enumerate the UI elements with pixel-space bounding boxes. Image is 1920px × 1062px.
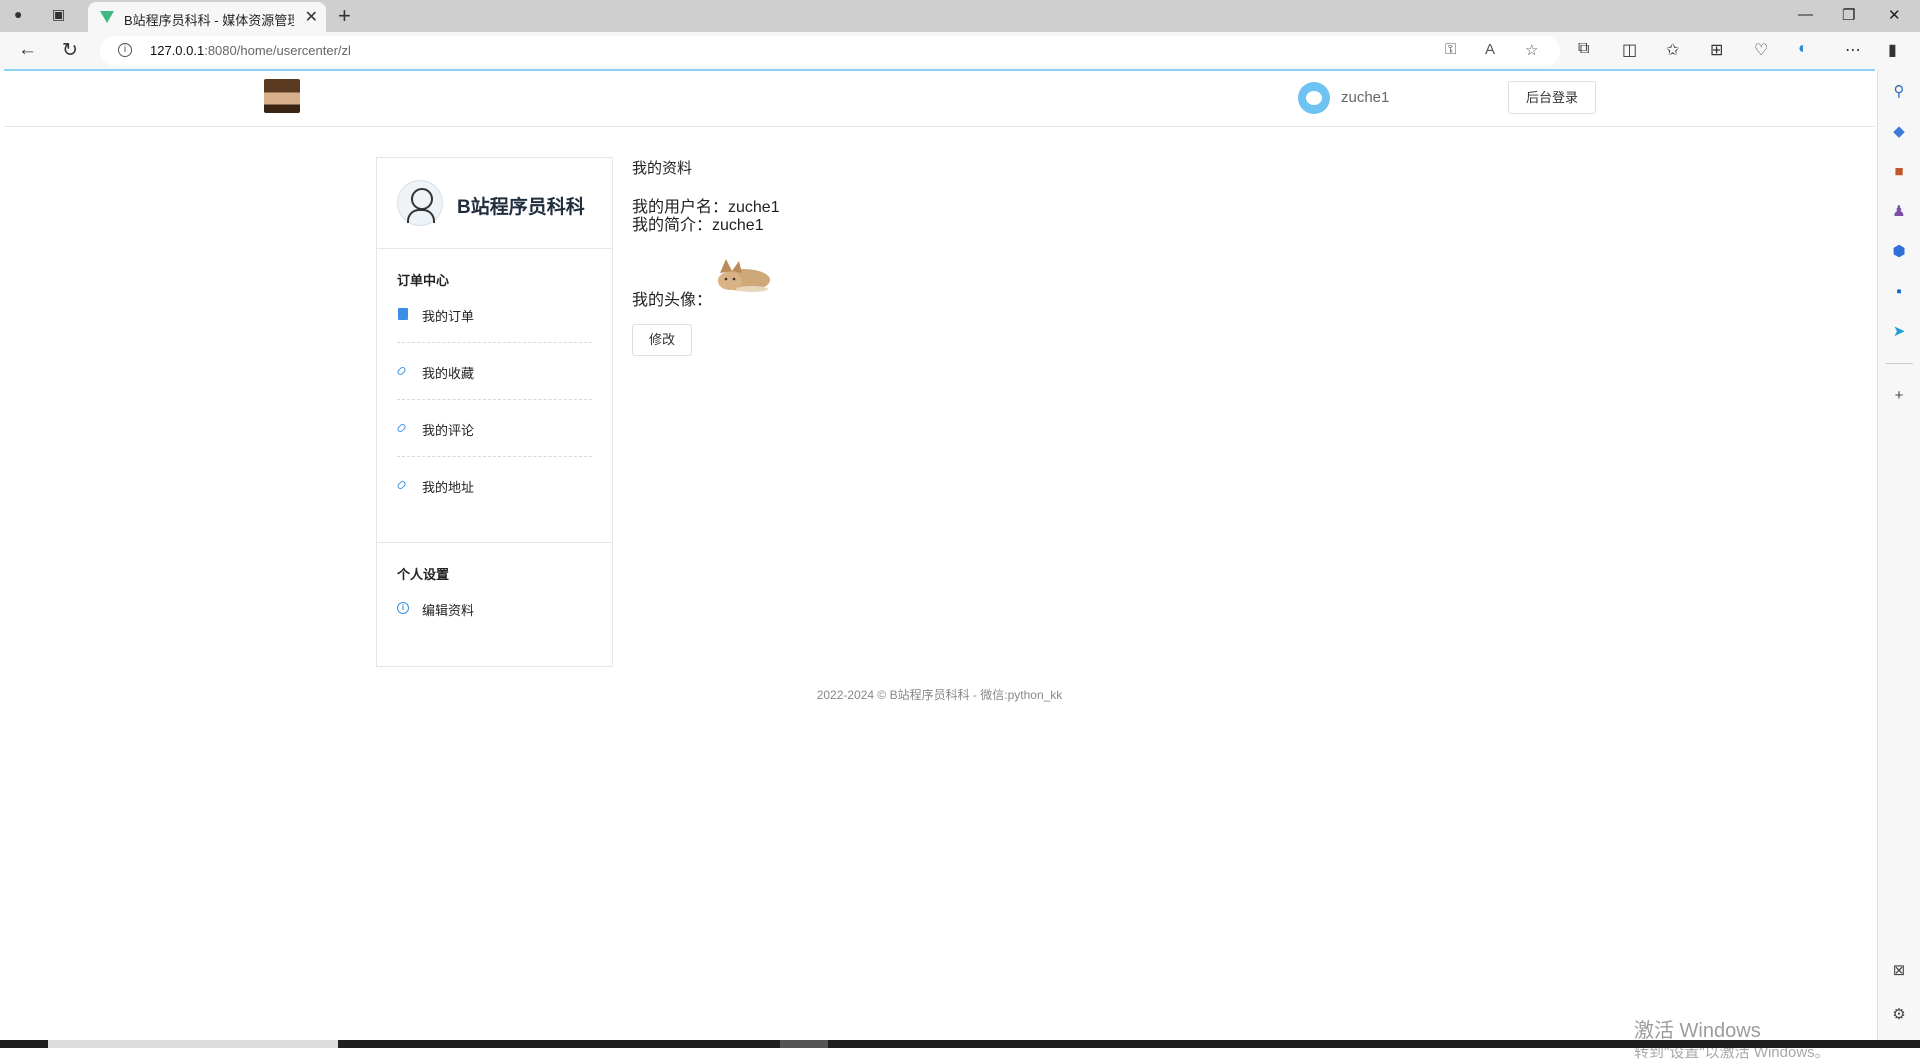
windows-activation-title: 激活 Windows (1634, 1020, 1761, 1042)
footer-copyright: 2022-2024 © B站程序员科科 - 微信:python_kk (816, 688, 1063, 702)
user-center-sidebar: B站程序员科科 订单中心 我的订单 我的收藏 我的评论 我的地址 个人设置 i … (376, 157, 613, 667)
settings-gear-icon[interactable]: ⚙ (1890, 1006, 1908, 1024)
menu-label: 我的收藏 (422, 366, 475, 381)
sidebar-divider (377, 542, 612, 543)
minimize-icon[interactable]: — (1798, 6, 1813, 23)
outlook-icon[interactable]: ▪ (1890, 283, 1908, 301)
menu-label: 编辑资料 (422, 603, 475, 618)
document-icon (398, 308, 408, 320)
restore-icon[interactable]: ❐ (1842, 6, 1855, 24)
copilot-icon[interactable]: ◐ (1798, 40, 1808, 58)
close-window-icon[interactable]: ✕ (1888, 6, 1901, 24)
link-icon (396, 479, 407, 491)
menu-label: 我的评论 (422, 423, 475, 438)
back-icon[interactable]: ← (18, 39, 37, 61)
brand-avatar (397, 180, 443, 226)
windows-taskbar (0, 1040, 1920, 1048)
sidebar-toggle-icon[interactable]: ▮ (1888, 40, 1897, 60)
sidebar-brand: B站程序员科科 (377, 158, 612, 249)
taskbar-item[interactable] (48, 1040, 338, 1048)
info-circle-icon: i (397, 602, 409, 614)
vue-favicon-icon (100, 11, 114, 23)
tools-icon[interactable]: ■ (1890, 163, 1908, 181)
page-viewport: zuche1 后台登录 B站程序员科科 订单中心 我的订单 我的收藏 我的评论 … (4, 69, 1875, 1061)
user-avatar[interactable] (1298, 82, 1330, 114)
tab-title: B站程序员科科 - 媒体资源管理系 (124, 13, 294, 28)
site-info-icon[interactable]: i (118, 43, 132, 57)
link-icon (396, 422, 407, 434)
sidebar-divider (1886, 363, 1913, 364)
header-username[interactable]: zuche1 (1341, 89, 1389, 106)
close-tab-icon[interactable]: ✕ (305, 7, 318, 27)
edge-sidebar: ⚲ ◆ ■ ♟ ⬢ ▪ ➤ + ⊠ ⚙ (1877, 69, 1920, 1044)
menu-item-my-comments[interactable]: 我的评论 (396, 400, 592, 457)
edit-profile-button[interactable]: 修改 (632, 324, 692, 356)
send-icon[interactable]: ➤ (1890, 323, 1908, 341)
site-header: zuche1 后台登录 (4, 71, 1875, 127)
profile-bio: 我的简介：zuche1 (632, 217, 764, 234)
menu-label: 我的地址 (422, 480, 475, 495)
collections-icon[interactable]: ⊞ (1710, 40, 1723, 60)
search-icon[interactable]: ⚲ (1890, 83, 1908, 101)
new-tab-icon[interactable]: + (338, 3, 351, 29)
profile-icon[interactable]: ● (14, 6, 22, 22)
browser-essentials-icon[interactable]: ♡ (1754, 40, 1768, 60)
taskbar-item[interactable] (780, 1040, 828, 1048)
menu-item-my-address[interactable]: 我的地址 (396, 457, 592, 513)
shopping-tag-icon[interactable]: ◆ (1890, 123, 1908, 141)
games-icon[interactable]: ♟ (1890, 203, 1908, 221)
site-logo[interactable] (264, 79, 300, 113)
admin-login-button[interactable]: 后台登录 (1508, 81, 1596, 114)
menu-item-edit-profile[interactable]: i 编辑资料 (397, 580, 592, 636)
address-bar[interactable]: i 127.0.0.1:8080/home/usercenter/zl ⚿ A … (100, 36, 1560, 66)
menu-item-my-favorites[interactable]: 我的收藏 (396, 343, 592, 400)
add-icon[interactable]: + (1890, 387, 1908, 405)
extensions-icon[interactable]: ⧉ (1578, 40, 1589, 58)
address-toolbar: ← ↻ i 127.0.0.1:8080/home/usercenter/zl … (0, 32, 1920, 69)
avatar-label: 我的头像： (632, 292, 713, 309)
tab-actions-icon[interactable]: ▣ (52, 6, 65, 23)
microsoft365-icon[interactable]: ⬢ (1890, 243, 1908, 261)
menu-label: 我的订单 (422, 309, 475, 324)
favorite-star-icon[interactable]: ☆ (1525, 41, 1538, 59)
url-text[interactable]: 127.0.0.1:8080/home/usercenter/zl (150, 43, 351, 58)
more-menu-icon[interactable]: ⋯ (1845, 40, 1861, 60)
screenshot-icon[interactable]: ⊠ (1890, 962, 1908, 980)
page-title: 我的资料 (632, 160, 693, 177)
split-screen-icon[interactable]: ◫ (1622, 40, 1637, 60)
favorites-icon[interactable]: ✩ (1666, 40, 1679, 60)
key-icon[interactable]: ⚿ (1445, 41, 1456, 58)
link-icon (396, 365, 407, 377)
profile-avatar-image (718, 259, 770, 292)
browser-tab[interactable]: B站程序员科科 - 媒体资源管理系 ✕ (88, 2, 326, 32)
brand-name: B站程序员科科 (457, 197, 585, 218)
browser-tab-bar: ● ▣ B站程序员科科 - 媒体资源管理系 ✕ + — ❐ ✕ (0, 0, 1920, 32)
read-aloud-icon[interactable]: A (1485, 41, 1495, 58)
refresh-icon[interactable]: ↻ (62, 39, 78, 62)
menu-item-my-orders[interactable]: 我的订单 (397, 286, 592, 343)
